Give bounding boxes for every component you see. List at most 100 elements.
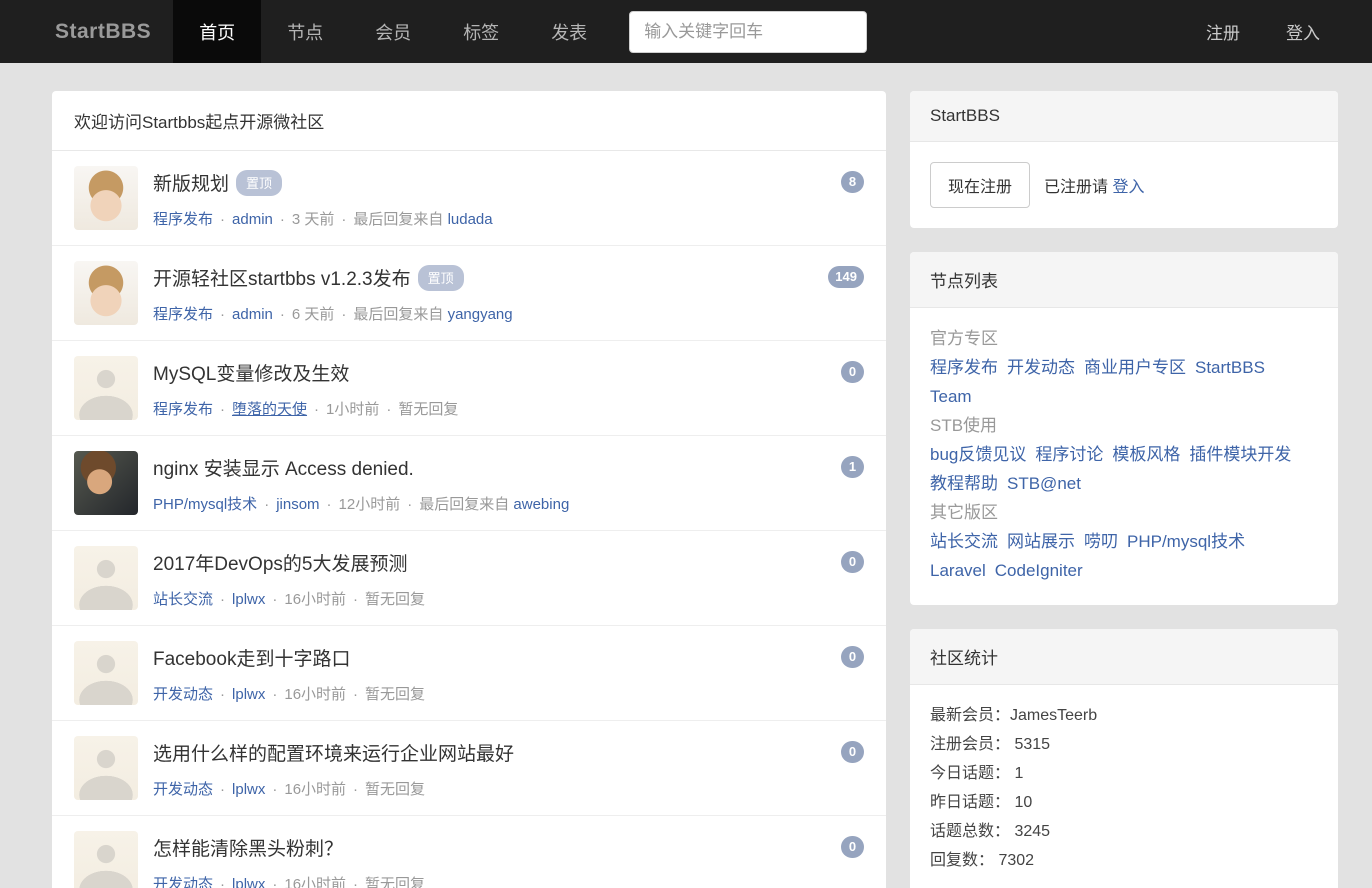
node-link[interactable]: 程序讨论 (1035, 445, 1103, 464)
topic-row: MySQL变量修改及生效程序发布·堕落的天使·1小时前·暂无回复0 (52, 341, 886, 436)
register-now-button[interactable]: 现在注册 (930, 162, 1030, 208)
node-link[interactable]: 插件模块开发 (1189, 445, 1291, 464)
topic-time: 6 天前 (292, 306, 335, 323)
top-nav: StartBBS 首页节点会员标签发表 注册 登入 (0, 0, 1372, 63)
topic-list-card: 欢迎访问Startbbs起点开源微社区 新版规划置顶程序发布·admin·3 天… (52, 91, 886, 888)
topic-title[interactable]: 开源轻社区startbbs v1.2.3发布 (153, 264, 411, 291)
reply-count-badge: 149 (828, 266, 864, 288)
topic-content: 2017年DevOps的5大发展预测站长交流·lplwx·16小时前·暂无回复 (153, 546, 829, 609)
sidebar-login-link[interactable]: 登入 (1112, 179, 1144, 196)
topic-author-link[interactable]: 堕落的天使 (232, 401, 307, 418)
node-list-title: 节点列表 (910, 252, 1338, 308)
meta-separator: · (220, 211, 225, 228)
topic-author-link[interactable]: lplwx (232, 686, 265, 703)
pinned-badge: 置顶 (418, 265, 464, 291)
meta-separator: · (272, 686, 277, 703)
node-link[interactable]: Laravel (930, 561, 986, 580)
node-link[interactable]: 网站展示 (1007, 532, 1075, 551)
node-link[interactable]: STB@net (1007, 474, 1081, 493)
last-reply-label: 最后回复来自 (419, 496, 513, 513)
meta-separator: · (220, 401, 225, 418)
topic-node-link[interactable]: 开发动态 (153, 876, 213, 888)
stats-title: 社区统计 (910, 629, 1338, 685)
meta-separator: · (220, 686, 225, 703)
node-links-group: 程序发布开发动态商业用户专区StartBBS Team (930, 353, 1304, 411)
node-link[interactable]: 商业用户专区 (1084, 358, 1186, 377)
topic-row: Facebook走到十字路口开发动态·lplwx·16小时前·暂无回复0 (52, 626, 886, 721)
topic-author-link[interactable]: lplwx (232, 781, 265, 798)
node-link[interactable]: CodeIgniter (995, 561, 1083, 580)
node-list-body: 官方专区程序发布开发动态商业用户专区StartBBS TeamSTB使用bug反… (910, 308, 1338, 605)
meta-separator: · (314, 401, 319, 418)
meta-separator: · (407, 496, 412, 513)
topic-node-link[interactable]: 站长交流 (153, 591, 213, 608)
topic-row: 新版规划置顶程序发布·admin·3 天前·最后回复来自 ludada8 (52, 151, 886, 246)
topic-title[interactable]: 2017年DevOps的5大发展预测 (153, 549, 407, 576)
node-link[interactable]: 模板风格 (1112, 445, 1180, 464)
page-body: 欢迎访问Startbbs起点开源微社区 新版规划置顶程序发布·admin·3 天… (0, 63, 1372, 888)
topic-time: 12小时前 (339, 496, 401, 513)
topic-node-link[interactable]: 开发动态 (153, 781, 213, 798)
topic-title[interactable]: Facebook走到十字路口 (153, 644, 350, 671)
search-input[interactable] (629, 11, 867, 53)
last-reply-user-link[interactable]: yangyang (448, 306, 513, 323)
topic-content: nginx 安装显示 Access denied. PHP/mysql技术 · jin… (153, 451, 829, 514)
node-link[interactable]: 唠叨 (1084, 532, 1118, 551)
topic-node-link[interactable]: 开发动态 (153, 686, 213, 703)
login-link[interactable]: 登入 (1286, 19, 1320, 44)
topic-author-link[interactable]: lplwx (232, 876, 265, 888)
topic-author-link[interactable]: lplwx (232, 591, 265, 608)
stats-body: 最新会员：JamesTeerb注册会员： 5315今日话题： 1昨日话题： 10… (910, 685, 1338, 888)
brand-logo[interactable]: StartBBS (55, 20, 151, 44)
node-link[interactable]: 程序发布 (930, 358, 998, 377)
no-reply-label: 暂无回复 (365, 686, 425, 703)
node-link[interactable]: 教程帮助 (930, 474, 998, 493)
node-category-label: STB使用 (930, 411, 1304, 440)
topic-title[interactable]: nginx 安装显示 Access denied. (153, 454, 414, 481)
topic-title[interactable]: MySQL变量修改及生效 (153, 359, 349, 386)
no-reply-label: 暂无回复 (365, 781, 425, 798)
nav-tab-会员[interactable]: 会员 (349, 0, 437, 63)
topic-node-link[interactable]: 程序发布 (153, 306, 213, 323)
topic-author-link[interactable]: admin (232, 306, 273, 323)
register-link[interactable]: 注册 (1206, 19, 1240, 44)
topic-title[interactable]: 选用什么样的配置环境来运行企业网站最好 (153, 739, 514, 766)
user-avatar[interactable] (74, 641, 138, 705)
user-avatar[interactable] (74, 261, 138, 325)
user-avatar[interactable] (74, 356, 138, 420)
no-reply-label: 暂无回复 (365, 876, 425, 888)
topic-title[interactable]: 怎样能清除黑头粉刺？ (153, 834, 343, 861)
meta-separator: · (386, 401, 391, 418)
node-link[interactable]: PHP/mysql技术 (1127, 532, 1245, 551)
last-reply-user-link[interactable]: awebing (513, 496, 569, 513)
user-avatar[interactable] (74, 831, 138, 888)
reply-count-badge: 0 (841, 741, 864, 763)
topic-meta: 站长交流·lplwx·16小时前·暂无回复 (153, 588, 829, 609)
topic-author-link[interactable]: jinsom (276, 496, 319, 513)
nav-tab-标签[interactable]: 标签 (437, 0, 525, 63)
no-reply-label: 暂无回复 (398, 401, 458, 418)
nav-tab-首页[interactable]: 首页 (173, 0, 261, 63)
last-reply-user-link[interactable]: ludada (448, 211, 493, 228)
user-avatar[interactable] (74, 546, 138, 610)
topic-node-link[interactable]: 程序发布 (153, 211, 213, 228)
node-link[interactable]: 开发动态 (1007, 358, 1075, 377)
no-reply-label: 暂无回复 (365, 591, 425, 608)
nav-tab-节点[interactable]: 节点 (261, 0, 349, 63)
topic-time: 16小时前 (284, 591, 346, 608)
node-link[interactable]: 站长交流 (930, 532, 998, 551)
topic-title[interactable]: 新版规划 (153, 169, 229, 196)
node-link[interactable]: bug反馈见议 (930, 445, 1026, 464)
node-links-group: 站长交流网站展示唠叨 PHP/mysql技术 Laravel CodeIgniter (930, 527, 1304, 585)
user-avatar[interactable] (74, 451, 138, 515)
topic-author-link[interactable]: admin (232, 211, 273, 228)
stat-line: 昨日话题： 10 (930, 788, 1318, 817)
user-avatar[interactable] (74, 736, 138, 800)
user-avatar[interactable] (74, 166, 138, 230)
topic-node-link[interactable]: 程序发布 (153, 401, 213, 418)
nav-tab-发表[interactable]: 发表 (525, 0, 613, 63)
stat-line: 话题总数： 3245 (930, 817, 1318, 846)
topic-node-link[interactable]: PHP/mysql技术 (153, 496, 257, 513)
reply-count-badge: 0 (841, 836, 864, 858)
topic-title-line: nginx 安装显示 Access denied. (153, 454, 829, 481)
